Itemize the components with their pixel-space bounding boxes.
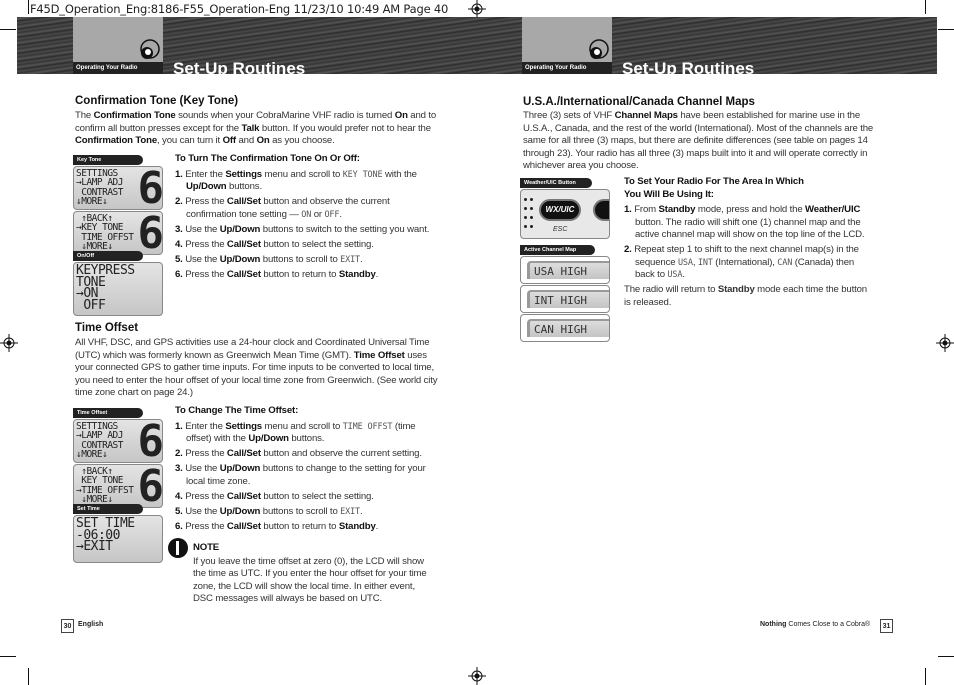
crop-mark	[938, 29, 954, 30]
figure-caption: Time Offset	[73, 408, 143, 418]
step-item: 1. From Standby mode, press and hold the…	[624, 204, 865, 240]
section-tab-label: Operating Your Radio	[73, 62, 163, 74]
on-off-figure: On/Off KEYPRESS TONE →ON OFF	[73, 251, 163, 316]
lcd-screen: ↑BACK↑ KEY TONE →TIME OFFST ↓MORE↓ 6	[73, 464, 163, 508]
page-title-left: Set-Up Routines	[173, 59, 306, 78]
crop-mark	[938, 656, 954, 657]
page-number-left: 30	[61, 619, 74, 633]
lcd-line: OFF	[76, 297, 106, 313]
note-icon	[168, 538, 188, 558]
figure-caption: Key Tone	[73, 155, 143, 165]
steps-heading: To Turn The Confirmation Tone On Or Off:	[175, 153, 360, 164]
step-item: 5. Use the Up/Down buttons to scroll to …	[175, 253, 363, 265]
registration-mark-icon	[936, 334, 954, 352]
channel-map-screen: INT HIGH	[520, 285, 610, 313]
cobra-logo-icon	[589, 39, 609, 59]
figure-caption: Active Channel Map	[520, 245, 595, 255]
channel-map-steps: To Set Your Radio For The Area In Which …	[624, 176, 876, 309]
channel-maps-intro: Three (3) sets of VHF Channel Maps have …	[523, 110, 874, 172]
page-title-right: Set-Up Routines	[622, 59, 755, 78]
crop-mark	[28, 668, 29, 685]
crop-mark	[28, 0, 29, 14]
channel-map-screen: USA HIGH	[520, 256, 610, 284]
channel-map-screen: CAN HIGH	[520, 314, 610, 342]
time-offset-steps: To Change The Time Offset: 1. Enter the …	[175, 405, 437, 536]
set-time-figure: Set Time SET TIME -06:00 →EXIT	[73, 504, 163, 563]
step-item: 4. Press the Call/Set button to select t…	[175, 238, 374, 250]
note: NOTE If you leave the time offset at zer…	[193, 542, 433, 606]
lcd-screen: ↑BACK↑ →KEY TONE TIME OFFST ↓MORE↓ 6	[73, 211, 163, 255]
crop-mark	[0, 29, 16, 30]
lcd-screen: SETTINGS →LAMP ADJ CONTRAST ↓MORE↓ 6	[73, 419, 163, 463]
figure-caption: On/Off	[73, 251, 143, 261]
steps-heading: To Change The Time Offset:	[175, 405, 299, 416]
time-offset-figure: Time Offset SETTINGS →LAMP ADJ CONTRAST ↓M…	[73, 408, 163, 508]
step-item: 3. Use the Up/Down buttons to change to …	[175, 463, 426, 487]
wx-uic-button: WX/UIC	[539, 199, 581, 221]
section-tab-left: Operating Your Radio	[73, 17, 163, 74]
confirmation-tone-heading: Confirmation Tone (Key Tone)	[75, 95, 239, 107]
registration-mark-icon	[0, 334, 18, 352]
section-tab-right: Operating Your Radio	[522, 17, 612, 74]
step-item: 5. Use the Up/Down buttons to scroll to …	[175, 505, 363, 517]
step-item: 1. Enter the Settings menu and scroll to…	[175, 420, 416, 445]
time-offset-heading: Time Offset	[75, 322, 139, 334]
esc-label: ESC	[553, 226, 568, 233]
crop-mark	[925, 668, 926, 685]
step-item: 6. Press the Call/Set button to return t…	[175, 268, 379, 280]
registration-mark-icon	[468, 0, 486, 18]
crop-mark	[0, 656, 16, 657]
print-slug: F45D_Operation_Eng:8186-F55_Operation-En…	[30, 2, 449, 16]
step-item: 2. Press the Call/Set button and observe…	[175, 448, 422, 459]
footer-tagline: Nothing Comes Close to a Cobra®	[760, 621, 871, 628]
closing-text: The radio will return to Standby mode ea…	[624, 284, 867, 308]
steps-heading: To Set Your Radio For The Area In Which …	[624, 176, 804, 200]
lcd-screen: SET TIME -06:00 →EXIT	[73, 515, 163, 563]
section-tab-label: Operating Your Radio	[522, 62, 612, 74]
lcd-line: →EXIT	[76, 539, 113, 554]
figure-caption: Weather/UIC Button	[520, 178, 592, 188]
active-channel-map-figure: Active Channel Map USA HIGH INT HIGH CAN…	[520, 245, 610, 342]
lcd-screen: SETTINGS →LAMP ADJ CONTRAST ↓MORE↓ 6	[73, 166, 163, 210]
page-number-right: 31	[880, 619, 893, 633]
time-offset-intro: All VHF, DSC, and GPS activities use a 2…	[75, 337, 438, 399]
note-heading: NOTE	[193, 542, 220, 553]
step-item: 6. Press the Call/Set button to return t…	[175, 520, 379, 532]
confirmation-tone-steps: To Turn The Confirmation Tone On Or Off:…	[175, 153, 437, 284]
lcd-screen: KEYPRESS TONE →ON OFF	[73, 262, 163, 316]
step-item: 2. Press the Call/Set button and observe…	[175, 196, 390, 220]
footer-language: English	[78, 621, 104, 628]
step-item: 4. Press the Call/Set button to select t…	[175, 490, 374, 502]
weather-uic-figure: Weather/UIC Button WX/UIC ESC	[520, 178, 610, 239]
note-body: If you leave the time offset at zero (0)…	[193, 555, 427, 605]
cobra-logo-icon	[140, 39, 160, 59]
figure-caption: Set Time	[73, 504, 143, 514]
step-item: 2. Repeat step 1 to shift to the next ch…	[624, 244, 859, 280]
registration-mark-icon	[468, 667, 486, 685]
crop-mark	[925, 0, 926, 14]
channel-maps-heading: U.S.A./International/Canada Channel Maps	[523, 96, 755, 108]
key-tone-figure: Key Tone SETTINGS →LAMP ADJ CONTRAST ↓MORE…	[73, 155, 163, 255]
adjacent-button	[593, 199, 609, 221]
confirmation-tone-intro: The Confirmation Tone sounds when your C…	[75, 110, 437, 147]
step-item: 1. Enter the Settings menu and scroll to…	[175, 168, 417, 193]
step-item: 3. Use the Up/Down buttons to switch to …	[175, 223, 430, 235]
radio-buttons-illustration: WX/UIC ESC	[520, 189, 610, 239]
